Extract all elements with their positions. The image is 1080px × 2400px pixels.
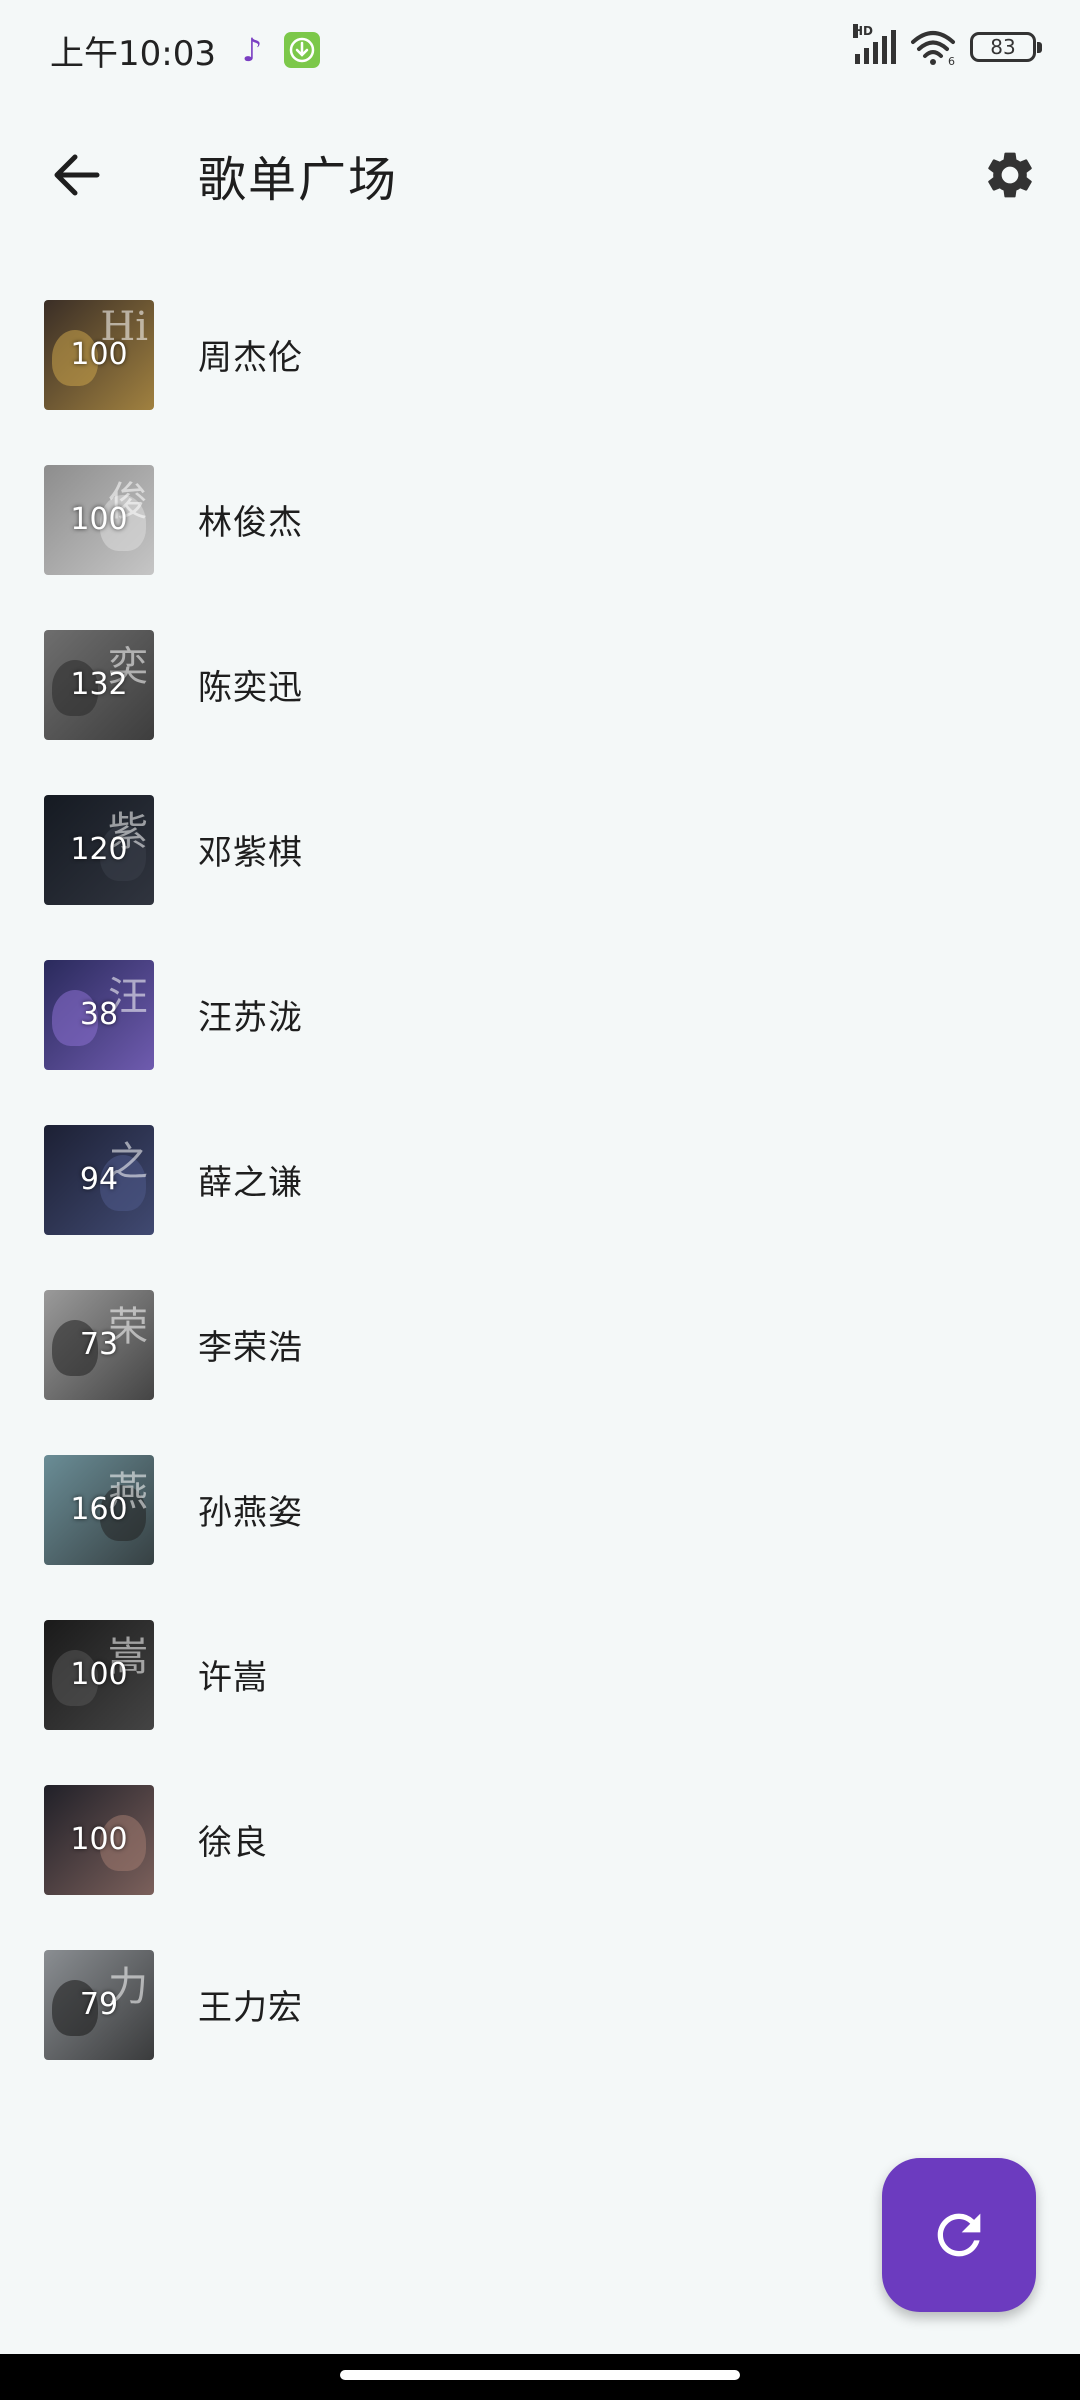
wifi-icon: 6: [911, 31, 955, 66]
playlist-name: 许嵩: [198, 1658, 268, 1698]
song-count: 79: [79, 1987, 119, 2022]
playlist-cover: 之 94: [44, 1124, 154, 1235]
playlist-item[interactable]: 燕 160 孙燕姿: [0, 1427, 1080, 1592]
playlist-name: 李荣浩: [198, 1328, 303, 1368]
playlist-name: 王力宏: [198, 1988, 303, 2028]
refresh-button[interactable]: [882, 2158, 1036, 2312]
playlist-item[interactable]: Hi 100 周杰伦: [0, 272, 1080, 437]
playlist-name: 汪苏泷: [198, 998, 303, 1038]
playlist-item[interactable]: 力 79 王力宏: [0, 1922, 1080, 2087]
back-button[interactable]: [44, 143, 108, 207]
playlist-cover: 俊 100: [44, 464, 154, 575]
song-count: 160: [70, 1492, 128, 1527]
playlist-cover: 奕 132: [44, 629, 154, 740]
music-note-icon: ♪: [241, 31, 263, 69]
song-count: 100: [70, 337, 128, 372]
song-count: 100: [70, 502, 128, 537]
playlist-item[interactable]: 奕 132 陈奕迅: [0, 602, 1080, 767]
playlist-name: 林俊杰: [198, 503, 303, 543]
playlist-item[interactable]: 汪 38 汪苏泷: [0, 932, 1080, 1097]
status-bar: 上午10:03 ♪ HD 6 83: [0, 0, 1080, 100]
playlist-cover: 紫 120: [44, 794, 154, 905]
playlist-cover: 荣 73: [44, 1289, 154, 1400]
playlist-item[interactable]: 荣 73 李荣浩: [0, 1262, 1080, 1427]
playlist-item[interactable]: 之 94 薛之谦: [0, 1097, 1080, 1262]
playlist-cover: 100: [44, 1784, 154, 1895]
song-count: 100: [70, 1822, 128, 1857]
playlist-name: 周杰伦: [198, 338, 303, 378]
arrow-left-icon: [54, 154, 100, 196]
playlist-cover: 嵩 100: [44, 1619, 154, 1730]
gear-icon: [988, 152, 1032, 198]
song-count: 100: [70, 1657, 128, 1692]
system-nav-bar: [0, 2354, 1080, 2400]
playlist-cover: Hi 100: [44, 299, 154, 410]
download-icon: [283, 32, 320, 68]
playlist-name: 徐良: [198, 1823, 268, 1863]
playlist-name: 薛之谦: [198, 1163, 303, 1203]
refresh-icon: [937, 2213, 981, 2257]
home-handle[interactable]: [340, 2370, 740, 2380]
settings-button[interactable]: [978, 143, 1042, 207]
song-count: 73: [79, 1327, 119, 1362]
playlist-cover: 燕 160: [44, 1454, 154, 1565]
signal-icon: HD: [853, 24, 896, 64]
app-bar: 歌单广场: [0, 110, 1080, 240]
playlist-cover: 力 79: [44, 1949, 154, 2060]
song-count: 94: [79, 1162, 119, 1197]
song-count: 38: [79, 997, 119, 1032]
playlist-name: 孙燕姿: [198, 1493, 303, 1533]
playlist-item[interactable]: 紫 120 邓紫棋: [0, 767, 1080, 932]
battery-level: 83: [990, 35, 1016, 59]
song-count: 120: [70, 832, 128, 867]
playlist-name: 陈奕迅: [198, 668, 303, 708]
page-title: 歌单广场: [198, 152, 399, 208]
playlist-name: 邓紫棋: [198, 833, 303, 873]
status-time: 上午10:03: [50, 33, 216, 74]
hd-badge: HD: [853, 24, 874, 38]
playlist-list: Hi 100 周杰伦俊 100 林俊杰奕 132 陈奕迅紫 120 邓紫棋汪 38 汪苏泷之 94 薛之…: [0, 272, 1080, 2087]
playlist-cover: 汪 38: [44, 959, 154, 1070]
playlist-item[interactable]: 嵩 100 许嵩: [0, 1592, 1080, 1757]
wifi-badge: 6: [948, 55, 955, 66]
playlist-item[interactable]: 100 徐良: [0, 1757, 1080, 1922]
playlist-item[interactable]: 俊 100 林俊杰: [0, 437, 1080, 602]
battery-icon: 83: [970, 32, 1042, 62]
status-icons: HD 6 83: [853, 24, 1042, 66]
song-count: 132: [70, 667, 128, 702]
